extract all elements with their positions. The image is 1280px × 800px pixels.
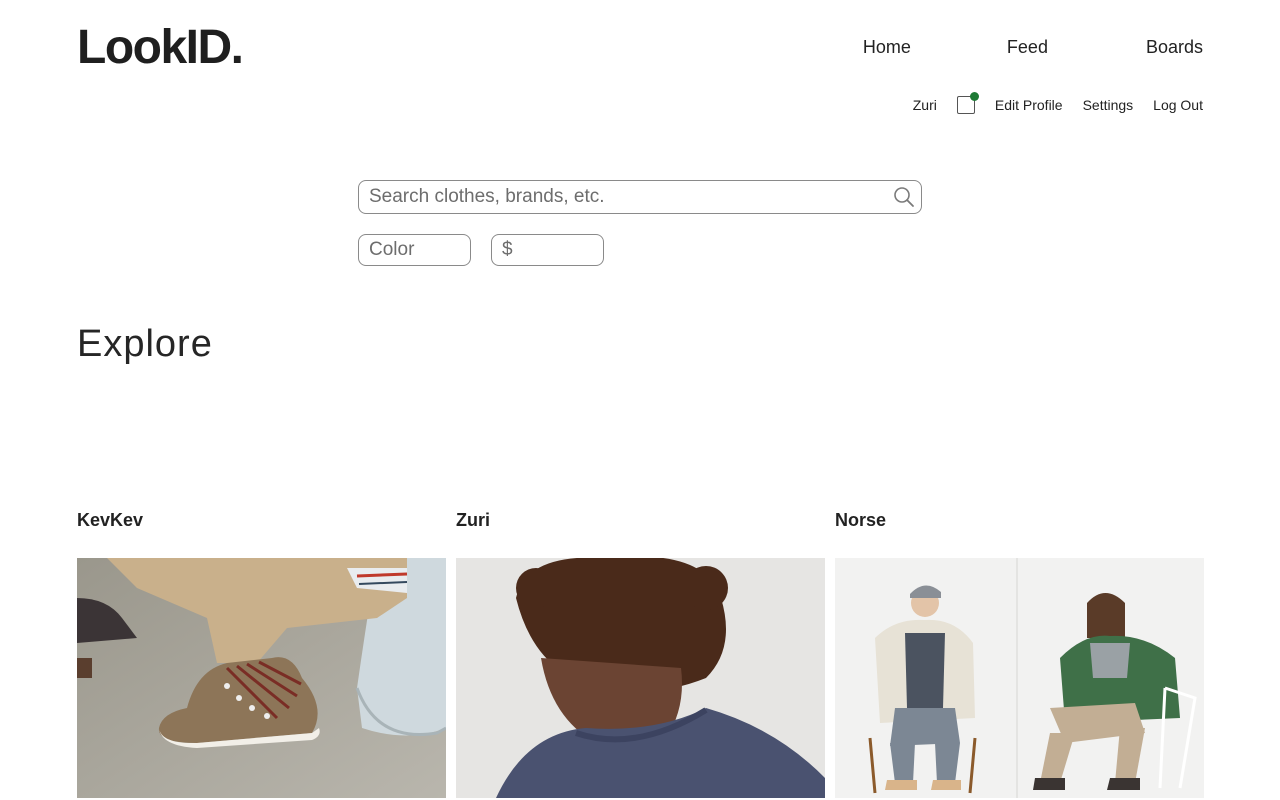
- explore-card: Zuri: [456, 508, 825, 798]
- card-username[interactable]: Norse: [835, 508, 1204, 532]
- jackets-photo[interactable]: [835, 558, 1204, 798]
- card-username[interactable]: KevKev: [77, 508, 446, 532]
- notification-dot: [969, 92, 979, 101]
- explore-card: KevKev: [77, 508, 446, 798]
- explore-title: Explore: [77, 323, 213, 365]
- logo[interactable]: LookID.: [77, 20, 244, 76]
- price-filter: [491, 234, 604, 266]
- main-nav: Home Feed Boards: [863, 35, 1203, 59]
- search-input[interactable]: [359, 181, 889, 213]
- price-filter-input[interactable]: [492, 235, 603, 265]
- nav-boards-link[interactable]: Boards: [1146, 35, 1203, 59]
- user-nav: Zuri Edit Profile Settings Log Out: [913, 92, 1203, 115]
- color-filter-input[interactable]: [359, 235, 470, 265]
- page: LookID. Home Feed Boards Zuri Edit Profi…: [0, 0, 1280, 800]
- sweater-photo[interactable]: [456, 558, 825, 798]
- log-out-link[interactable]: Log Out: [1153, 95, 1203, 115]
- color-filter: [358, 234, 471, 266]
- user-profile-link[interactable]: Zuri: [913, 95, 937, 115]
- settings-link[interactable]: Settings: [1083, 95, 1134, 115]
- boots-photo[interactable]: [77, 558, 446, 798]
- nav-home-link[interactable]: Home: [863, 35, 911, 59]
- card-username[interactable]: Zuri: [456, 508, 825, 532]
- search-box: [358, 180, 922, 214]
- edit-profile-link[interactable]: Edit Profile: [995, 95, 1063, 115]
- nav-feed-link[interactable]: Feed: [1007, 35, 1048, 59]
- explore-card: Norse: [835, 508, 1204, 798]
- search-icon[interactable]: [893, 186, 915, 208]
- inbox-icon[interactable]: [956, 92, 979, 114]
